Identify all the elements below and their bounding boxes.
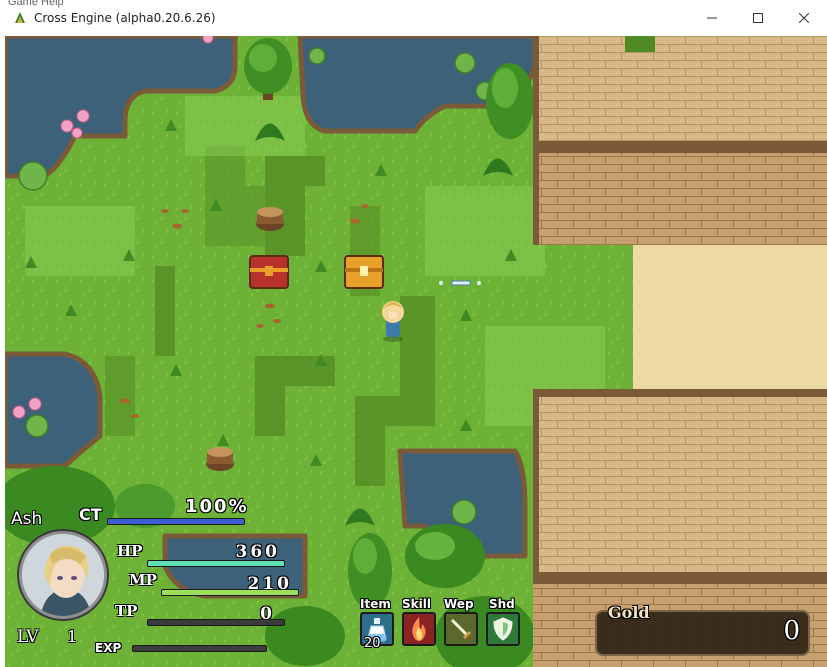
game-viewport[interactable]: Ash CT 100% HP 360 MP 210 TP 0 LV 1 EXP …: [5, 36, 827, 667]
ct-bar-fill: [108, 519, 244, 524]
ct-bar: [107, 518, 245, 525]
maximize-button[interactable]: [735, 0, 781, 36]
character-name: Ash: [11, 509, 43, 529]
menu-bar-ghost: Game Help: [8, 0, 64, 8]
maximize-icon: [753, 13, 763, 23]
character-portrait: [19, 531, 107, 619]
weapon-slot-label: Wep: [444, 597, 474, 611]
tp-label: TP: [115, 602, 138, 620]
sword-icon: [450, 618, 474, 642]
ct-label: CT: [79, 505, 102, 524]
hp-label: HP: [117, 542, 143, 560]
ct-value: 100%: [185, 496, 249, 517]
tp-bar: [147, 619, 285, 626]
minimize-button[interactable]: [689, 0, 735, 36]
shield-slot[interactable]: [486, 612, 520, 646]
skill-slot[interactable]: [402, 612, 436, 646]
level-label: LV: [17, 627, 39, 647]
shield-slot-label: Shd: [489, 597, 515, 611]
sand-path: [633, 245, 827, 391]
exp-bar: [132, 645, 267, 652]
app-icon: [15, 12, 25, 23]
treasure-chest-right: [344, 255, 384, 289]
gold-value: 0: [783, 616, 800, 646]
hp-bar: [147, 560, 285, 567]
mp-label: MP: [129, 571, 157, 589]
mp-bar: [161, 589, 299, 596]
item-slot-label: Item: [360, 597, 391, 611]
mp-bar-fill: [162, 590, 298, 595]
shield-icon: [493, 617, 513, 641]
window-title: Cross Engine (alpha0.20.6.26): [34, 11, 216, 25]
exp-label: EXP: [95, 641, 122, 655]
level-value: 1: [67, 627, 78, 646]
skill-slot-label: Skill: [402, 597, 431, 611]
close-button[interactable]: [781, 0, 827, 36]
treasure-chest-left: [249, 255, 289, 289]
weapon-slot[interactable]: [444, 612, 478, 646]
minimize-icon: [707, 17, 717, 19]
fire-icon: [412, 617, 426, 641]
title-bar: Game Help Cross Engine (alpha0.20.6.26): [0, 0, 827, 36]
hp-value: 360: [235, 542, 280, 562]
hp-bar-fill: [148, 561, 284, 566]
gold-label: Gold: [608, 603, 650, 622]
close-icon: [799, 13, 809, 23]
item-count: 20: [364, 636, 381, 651]
